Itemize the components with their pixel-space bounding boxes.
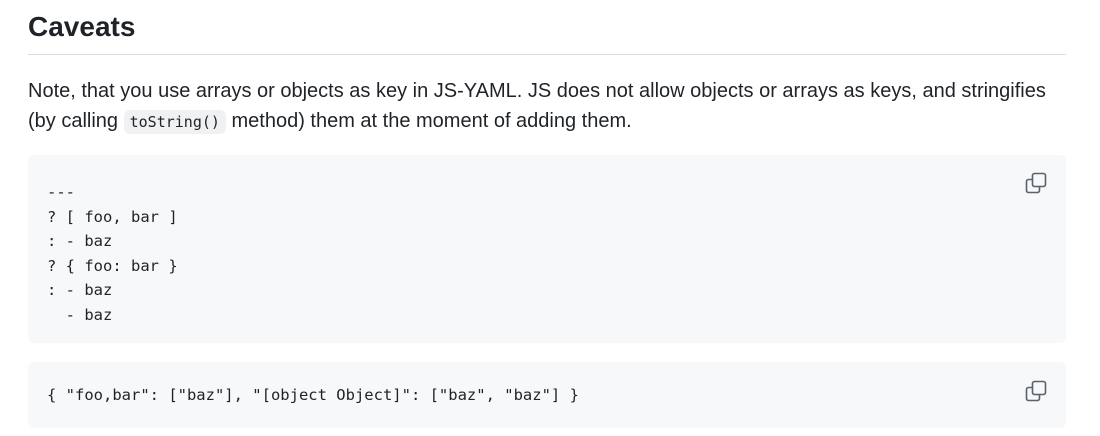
copy-button[interactable]: [1025, 172, 1047, 194]
section-heading: Caveats: [28, 0, 1066, 55]
inline-code-tostring: toString(): [123, 110, 226, 134]
code-line: - baz: [47, 305, 113, 324]
code-line: ? { foo: bar }: [47, 256, 178, 275]
copy-button[interactable]: [1025, 380, 1047, 402]
code-line: ? [ foo, bar ]: [47, 207, 178, 226]
markdown-content: Caveats Note, that you use arrays or obj…: [28, 0, 1066, 428]
code-line: : - baz: [47, 232, 113, 251]
yaml-code-block: --- ? [ foo, bar ] : - baz ? { foo: bar …: [28, 155, 1066, 343]
copy-icon: [1025, 172, 1047, 194]
js-code-block: { "foo,bar": ["baz"], "[object Object]":…: [28, 362, 1066, 428]
caveat-paragraph: Note, that you use arrays or objects as …: [28, 76, 1066, 137]
copy-icon: [1025, 380, 1047, 402]
code-line: ---: [47, 183, 75, 201]
paragraph-text-after: method) them at the moment of adding the…: [225, 110, 632, 132]
code-line: : - baz: [47, 281, 113, 300]
code-line: { "foo,bar": ["baz"], "[object Object]":…: [47, 386, 579, 404]
